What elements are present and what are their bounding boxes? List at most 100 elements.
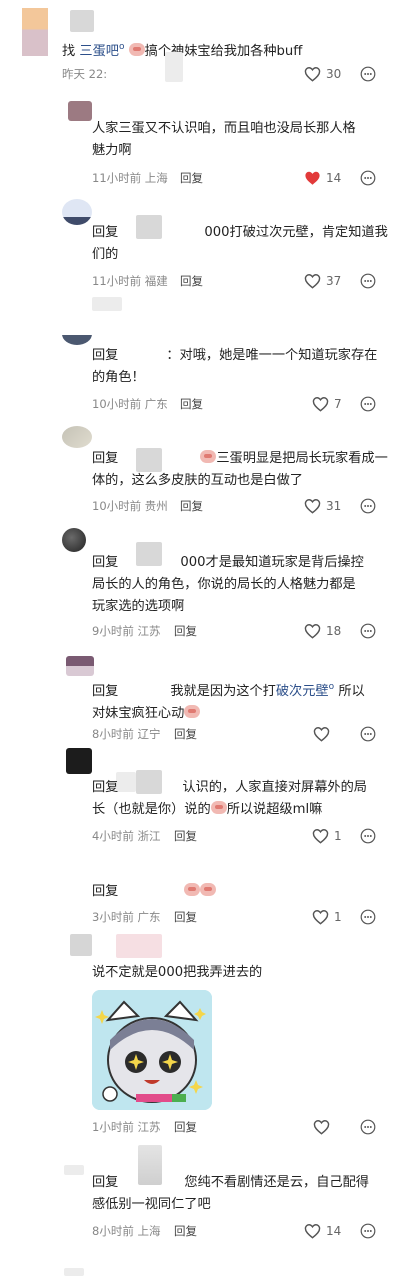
comment-item: 找 三蛋吧o 搞个神妹宝给我加各种buff 昨天 22: 30	[0, 0, 398, 90]
like-count: 18	[326, 624, 342, 638]
comment-time: 昨天 22:	[62, 67, 108, 81]
comment-meta: 8小时前 辽宁	[92, 726, 160, 742]
topic-link[interactable]: 破次元壁	[276, 684, 329, 699]
reply-prefix: 回复	[92, 1175, 119, 1190]
comment-time: 11小时前	[92, 274, 142, 288]
comment-location: 辽宁	[137, 727, 161, 741]
like-button[interactable]: 14	[304, 1222, 341, 1240]
heart-outline-icon	[304, 499, 321, 514]
more-dots-icon[interactable]	[360, 498, 376, 514]
comment-time: 10小时前	[92, 499, 142, 513]
like-button[interactable]: 31	[304, 497, 341, 515]
avatar[interactable]	[62, 426, 92, 448]
like-button[interactable]	[313, 725, 335, 743]
comment-text: 回复 您纯不看剧情还是云，自己配得 感低别一视同仁了吧	[92, 1172, 392, 1216]
more-dots-icon[interactable]	[360, 273, 376, 289]
reply-prefix: 回复	[92, 555, 119, 570]
like-button[interactable]: 37	[304, 272, 341, 290]
avatar[interactable]	[62, 528, 86, 552]
avatar[interactable]	[68, 101, 92, 121]
comment-meta: 11小时前 上海	[92, 170, 168, 186]
emoji-icon	[184, 705, 201, 718]
more-dots-icon[interactable]	[360, 66, 376, 82]
more-dots-icon[interactable]	[360, 909, 376, 925]
comment-text-line: 感低别一视同仁了吧	[92, 1197, 211, 1212]
comment-text-line: ：对哦，她是唯一一个知道玩家存在	[166, 348, 378, 363]
more-dots-icon[interactable]	[360, 828, 376, 844]
comment-meta: 4小时前 浙江	[92, 828, 160, 844]
comment-text: 回复 000打破过次元壁，肯定知道我 们的	[92, 222, 392, 266]
comment-time: 3小时前	[92, 910, 134, 924]
username-blur	[70, 10, 94, 32]
like-button[interactable]: 30	[304, 65, 341, 83]
more-dots-icon[interactable]	[360, 1119, 376, 1135]
like-button[interactable]: 1	[312, 827, 342, 845]
like-count: 30	[326, 67, 342, 81]
reply-item: 回复 000打破过次元壁，肯定知道我 们的 11小时前 福建 回复 37	[0, 195, 398, 300]
avatar[interactable]	[22, 8, 48, 56]
like-button[interactable]: 18	[304, 622, 341, 640]
avatar[interactable]	[62, 323, 92, 345]
heart-filled-icon	[305, 171, 320, 185]
comment-text-part: 找	[62, 44, 76, 59]
comment-time: 1小时前	[92, 1120, 134, 1134]
like-button[interactable]: 1	[312, 908, 342, 926]
comment-location: 广东	[144, 397, 168, 411]
comment-text-line: 魅力啊	[92, 143, 132, 158]
avatar[interactable]	[70, 934, 92, 956]
more-dots-icon[interactable]	[360, 396, 376, 412]
comment-text-line: 说不定就是000把我弄进去的	[92, 965, 263, 980]
like-count: 1	[334, 829, 342, 843]
reply-button[interactable]: 回复	[174, 726, 197, 742]
like-count: 37	[326, 274, 342, 288]
reply-prefix: 回复	[92, 348, 119, 363]
reply-button[interactable]: 回复	[180, 498, 203, 514]
avatar[interactable]	[66, 656, 94, 676]
emoji-icon	[210, 801, 227, 814]
comment-time: 8小时前	[92, 727, 134, 741]
sticker-image[interactable]	[92, 990, 212, 1110]
reply-prefix: 回复	[92, 225, 119, 240]
comment-time: 8小时前	[92, 1224, 134, 1238]
reply-button[interactable]: 回复	[174, 909, 197, 925]
comment-meta: 10小时前 贵州	[92, 498, 168, 514]
more-dots-icon[interactable]	[360, 623, 376, 639]
comment-text: 人家三蛋又不认识咱，而且咱也没局长那人格 魅力啊	[92, 118, 392, 162]
like-button[interactable]: 14	[304, 169, 341, 187]
comment-text: 回复 ：对哦，她是唯一一个知道玩家存在 的角色！	[92, 345, 392, 389]
like-button[interactable]: 7	[312, 395, 342, 413]
comment-text: 回复 认识的，人家直接对屏幕外的局 长（也就是你）说的 所以说超级ml嘛	[92, 777, 392, 821]
reply-button[interactable]: 回复	[174, 828, 197, 844]
heart-outline-icon	[312, 397, 329, 412]
like-count: 1	[334, 910, 342, 924]
reply-button[interactable]: 回复	[174, 623, 197, 639]
comment-location: 福建	[144, 274, 168, 288]
avatar[interactable]	[62, 199, 92, 225]
emoji-icon	[200, 883, 217, 896]
reply-button[interactable]: 回复	[174, 1119, 197, 1135]
comment-meta: 10小时前 广东	[92, 396, 168, 412]
comment-text-line: 玩家选的选项啊	[92, 599, 185, 614]
like-button[interactable]	[313, 1118, 335, 1136]
comment-text-line: 对妹宝疯狂心动	[92, 706, 185, 721]
reply-prefix: 回复	[92, 451, 119, 466]
avatar[interactable]	[66, 748, 92, 774]
more-dots-icon[interactable]	[360, 170, 376, 186]
reply-item: 人家三蛋又不认识咱，而且咱也没局长那人格 魅力啊 11小时前 上海 回复 14	[0, 95, 398, 195]
comment-time: 11小时前	[92, 171, 142, 185]
comment-text: 回复 三蛋明显是把局长玩家看成一 体的，这么多皮肤的互动也是白做了	[92, 448, 392, 492]
reply-button[interactable]: 回复	[174, 1223, 197, 1239]
username-blur	[116, 934, 162, 958]
like-count: 7	[334, 397, 342, 411]
reply-button[interactable]: 回复	[180, 170, 203, 186]
more-dots-icon[interactable]	[360, 1223, 376, 1239]
comment-text: 说不定就是000把我弄进去的	[92, 962, 392, 984]
comment-item: 说不定就是000把我弄进去的 1小时前 江苏 回复	[0, 930, 398, 1150]
comment-text: 回复 000才是最知道玩家是背后操控 局长的人的角色，你说的局长的人格魅力都是 玩…	[92, 552, 392, 618]
reply-button[interactable]: 回复	[180, 273, 203, 289]
more-dots-icon[interactable]	[360, 726, 376, 742]
comment-meta: 11小时前 福建	[92, 273, 168, 289]
heart-outline-icon	[312, 829, 329, 844]
mention-link[interactable]: 三蛋吧	[79, 44, 119, 59]
reply-button[interactable]: 回复	[180, 396, 203, 412]
